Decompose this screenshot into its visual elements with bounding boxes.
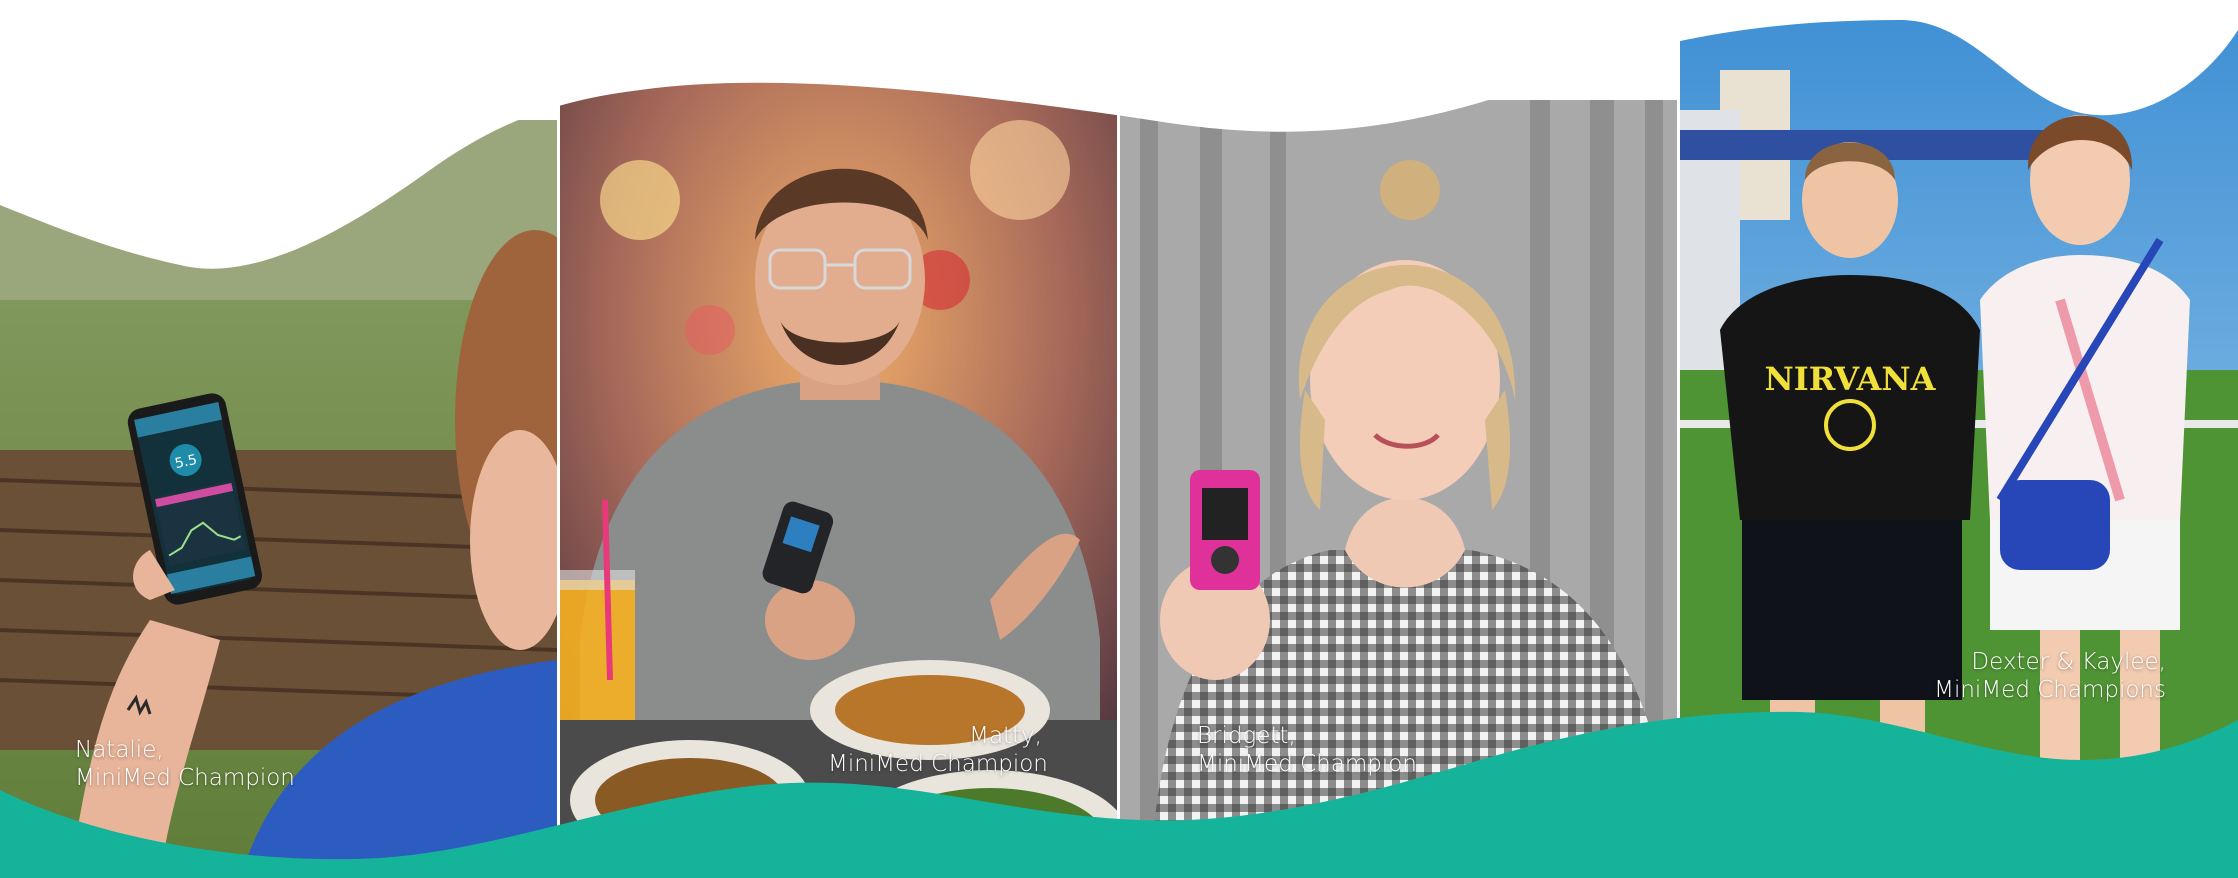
text-line: the system automatically delivers [580, 0, 1022, 28]
caption-title: MiniMed Champions [1934, 677, 2166, 703]
text-line: up to every 5 minutes, to help [76, 62, 471, 92]
caption-bridgett: Bridgett, MiniMed Champion [1197, 722, 1417, 778]
text-line: a correction dose. [580, 30, 814, 60]
caption-name: Natalie, [75, 737, 164, 763]
text-line: doses while sugar levels are rising, [76, 30, 530, 60]
caption-title: MiniMed Champion [828, 751, 1048, 777]
caption-dexter-kaylee: Dexter & Kaylee, MiniMed Champions [1900, 648, 2166, 704]
caption-name: Dexter & Kaylee, [1971, 649, 2166, 675]
text-column-1: it will automatically¶ deliver correctio… [76, 0, 575, 125]
text-line: Dedicated Follow App [1198, 13, 1480, 43]
photo-dexter-kaylee-illustration: NIRVANA [1680, 0, 2238, 878]
caption-matty: Matty, MiniMed Champion [828, 722, 1048, 778]
nirvana-shirt-text: NIRVANA [1765, 360, 1937, 398]
text-column-2: the system automatically delivers a corr… [580, 0, 1021, 61]
caption-title: MiniMed Champion [75, 765, 295, 791]
caption-title: MiniMed Champion [1197, 751, 1417, 777]
caption-natalie: Natalie, MiniMed Champion [75, 736, 295, 792]
photo-dexter-kaylee: NIRVANA [1680, 0, 2238, 878]
caption-name: Matty, [969, 723, 1042, 749]
text-line: it will automatically¶ deliver correctio… [76, 0, 575, 29]
caption-name: Bridgett, [1197, 723, 1296, 749]
text-column-3: Dedicated Follow App [1198, 12, 1480, 44]
